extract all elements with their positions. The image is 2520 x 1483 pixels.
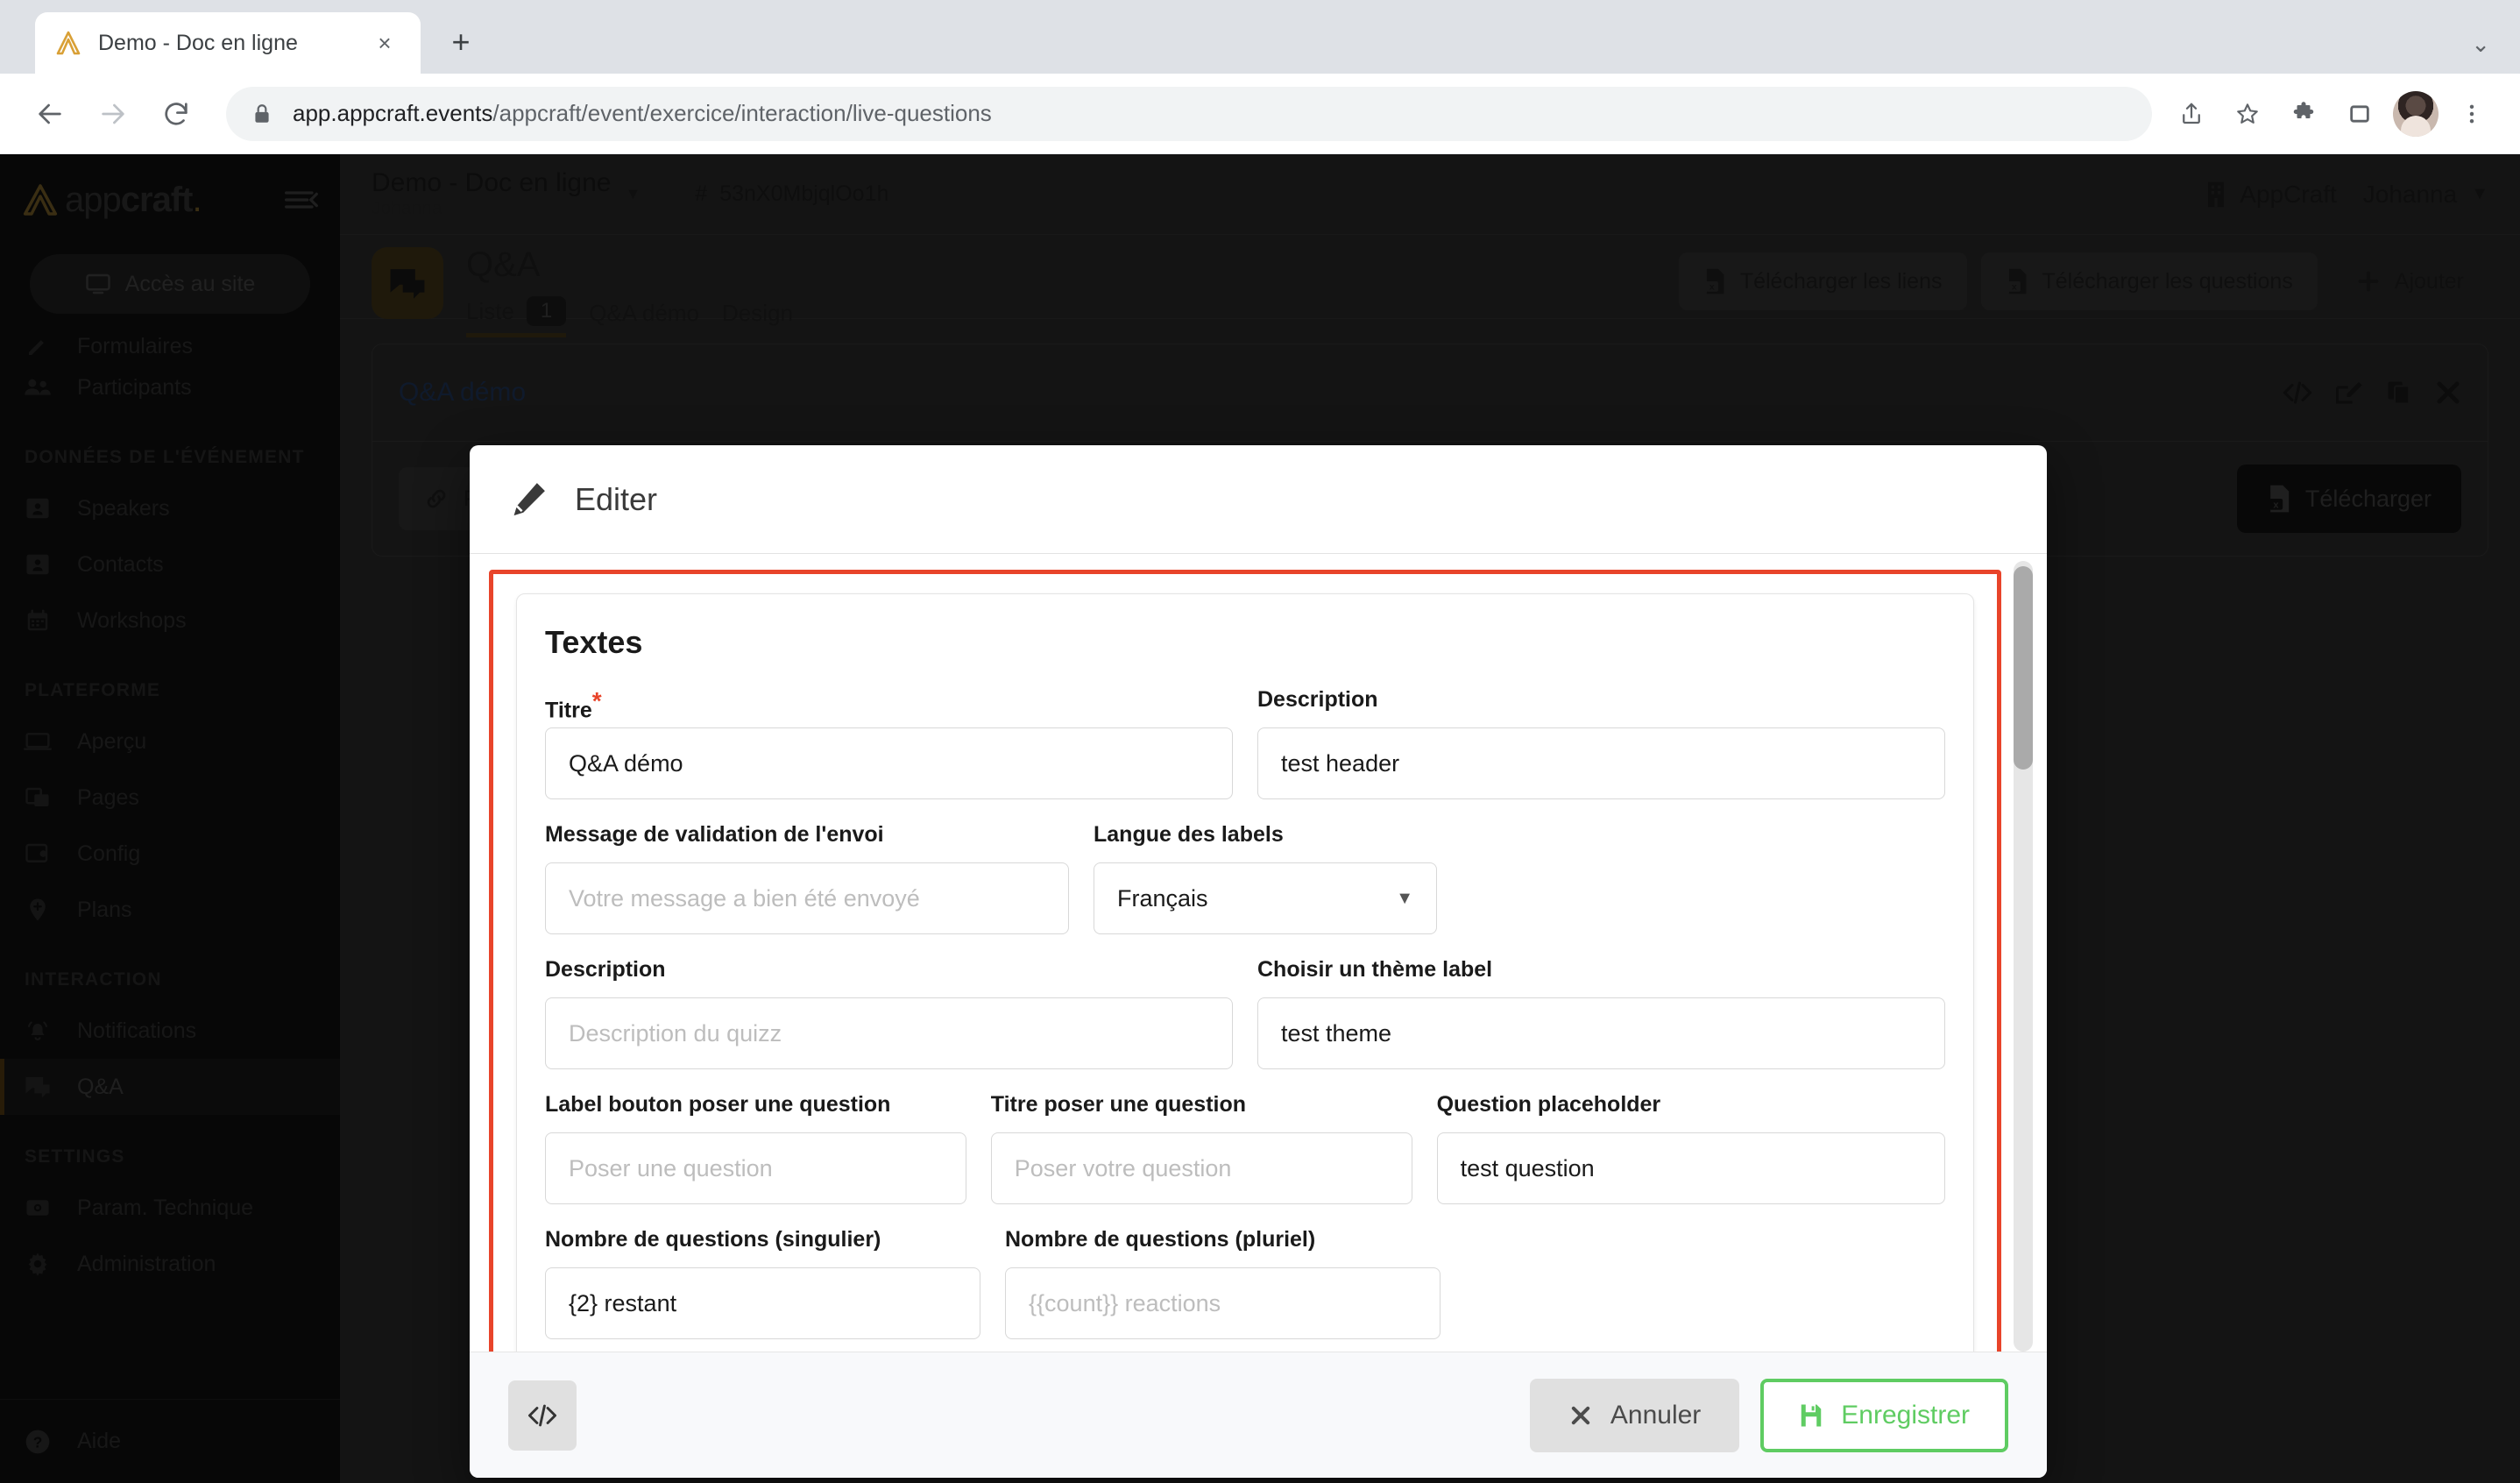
avatar (2393, 91, 2439, 137)
cancel-button[interactable]: Annuler (1530, 1379, 1739, 1452)
save-button[interactable]: Enregistrer (1760, 1379, 2008, 1452)
langue-labels-select[interactable]: Français ▼ (1094, 862, 1437, 934)
description-quizz-input[interactable]: Description du quizz (545, 997, 1233, 1069)
description-header-input[interactable]: test header (1257, 727, 1945, 799)
label-bouton-question-input[interactable]: Poser une question (545, 1132, 966, 1204)
field-description-quizz: Description Description du quizz (545, 957, 1233, 1069)
field-label: Message de validation de l'envoi (545, 822, 1069, 850)
save-disk-icon (1799, 1402, 1823, 1429)
theme-label-input[interactable]: test theme (1257, 997, 1945, 1069)
new-tab-button[interactable]: + (435, 16, 487, 68)
question-placeholder-input[interactable]: test question (1437, 1132, 1945, 1204)
button-label: Enregistrer (1841, 1401, 1970, 1430)
modal-body: Textes Titre* Q&A démo Description test … (470, 554, 2047, 1352)
selected-value: Français (1117, 885, 1208, 912)
field-label: Titre poser une question (991, 1092, 1412, 1120)
address-bar[interactable]: app.appcraft.events/appcraft/event/exerc… (226, 87, 2152, 141)
code-view-button[interactable] (508, 1380, 577, 1451)
field-theme-label: Choisir un thème label test theme (1257, 957, 1945, 1069)
url-text: app.appcraft.events/appcraft/event/exerc… (293, 100, 992, 127)
field-description-header: Description test header (1257, 687, 1945, 799)
toolbar-actions (2166, 89, 2497, 139)
appcraft-logo-icon (54, 29, 82, 57)
field-label: Question placeholder (1437, 1092, 1945, 1120)
tab-strip: Demo - Doc en ligne × + ⌄ (0, 0, 2520, 74)
side-panel-icon[interactable] (2334, 89, 2385, 139)
titre-input[interactable]: Q&A démo (545, 727, 1233, 799)
panel-title: Textes (545, 624, 1945, 661)
tab-title: Demo - Doc en ligne (98, 31, 368, 56)
back-icon[interactable] (23, 87, 77, 141)
browser-toolbar: app.appcraft.events/appcraft/event/exerc… (0, 74, 2520, 154)
form-row: Titre* Q&A démo Description test header (545, 687, 1945, 799)
edit-modal: Editer Textes Titre* Q&A démo Des (470, 445, 2047, 1478)
modal-header: Editer (470, 445, 2047, 554)
nombre-questions-singulier-input[interactable]: {2} restant (545, 1267, 980, 1339)
chevron-down-icon: ▼ (1396, 889, 1413, 909)
field-label-bouton-question: Label bouton poser une question Poser un… (545, 1092, 966, 1204)
highlight-box: Textes Titre* Q&A démo Description test … (489, 570, 2001, 1352)
modal-footer: Annuler Enregistrer (470, 1352, 2047, 1478)
field-label: Choisir un thème label (1257, 957, 1945, 985)
field-label: Nombre de questions (singulier) (545, 1227, 980, 1255)
field-question-placeholder: Question placeholder test question (1437, 1092, 1945, 1204)
required-marker: * (592, 687, 602, 714)
field-titre: Titre* Q&A démo (545, 687, 1233, 799)
close-icon[interactable]: × (368, 26, 401, 60)
browser-window: Demo - Doc en ligne × + ⌄ app.appcraft.e… (0, 0, 2520, 1483)
footer-actions: Annuler Enregistrer (1530, 1379, 2008, 1452)
field-nombre-questions-singulier: Nombre de questions (singulier) {2} rest… (545, 1227, 980, 1339)
nombre-questions-pluriel-input[interactable]: {{count}} reactions (1005, 1267, 1441, 1339)
field-label: Nombre de questions (pluriel) (1005, 1227, 1441, 1255)
chrome-menu-icon[interactable] (2446, 89, 2497, 139)
lock-icon (251, 103, 277, 125)
window-menu-button[interactable]: ⌄ (2471, 31, 2490, 58)
field-label: Description (1257, 687, 1945, 715)
field-message-validation: Message de validation de l'envoi Votre m… (545, 822, 1069, 934)
extensions-puzzle-icon[interactable] (2278, 89, 2329, 139)
reload-icon[interactable] (149, 87, 203, 141)
x-icon (1568, 1403, 1593, 1428)
modal-scrollbar-thumb[interactable] (2014, 566, 2033, 770)
browser-tab[interactable]: Demo - Doc en ligne × (35, 12, 421, 74)
field-langue-labels: Langue des labels Français ▼ (1094, 822, 1437, 934)
form-row: Nombre de questions (singulier) {2} rest… (545, 1227, 1945, 1339)
field-label: Label bouton poser une question (545, 1092, 966, 1120)
field-label: Description (545, 957, 1233, 985)
forward-icon[interactable] (86, 87, 140, 141)
share-icon[interactable] (2166, 89, 2217, 139)
modal-title: Editer (575, 481, 657, 518)
message-validation-input[interactable]: Votre message a bien été envoyé (545, 862, 1069, 934)
pencil-icon (508, 479, 549, 520)
modal-scrollbar[interactable] (2014, 561, 2033, 1352)
form-row: Label bouton poser une question Poser un… (545, 1092, 1945, 1204)
url-path: /appcraft/event/exercice/interaction/liv… (492, 100, 991, 126)
field-label: Titre* (545, 687, 1233, 715)
form-row: Message de validation de l'envoi Votre m… (545, 822, 1945, 934)
field-titre-poser-question: Titre poser une question Poser votre que… (991, 1092, 1412, 1204)
profile-avatar[interactable] (2390, 89, 2441, 139)
bookmark-star-icon[interactable] (2222, 89, 2273, 139)
titre-poser-question-input[interactable]: Poser votre question (991, 1132, 1412, 1204)
textes-panel: Textes Titre* Q&A démo Description test … (516, 593, 1974, 1352)
button-label: Annuler (1610, 1401, 1701, 1430)
field-label: Langue des labels (1094, 822, 1437, 850)
application-area: appcraft. Accès au site Formulaires (0, 154, 2520, 1483)
url-host: app.appcraft.events (293, 100, 492, 126)
field-nombre-questions-pluriel: Nombre de questions (pluriel) {{count}} … (1005, 1227, 1441, 1339)
form-row: Description Description du quizz Choisir… (545, 957, 1945, 1069)
